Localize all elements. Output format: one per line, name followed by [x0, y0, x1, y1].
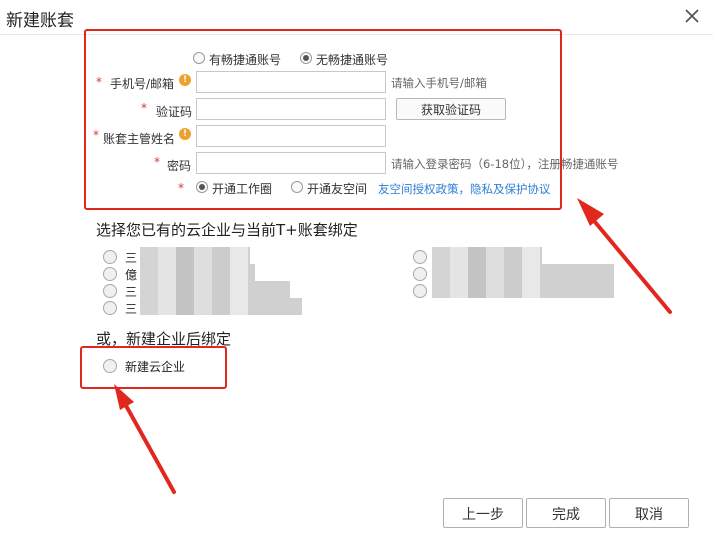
annotation-arrows — [114, 198, 672, 494]
cancel-button[interactable]: 取消 — [609, 498, 689, 528]
prev-button[interactable]: 上一步 — [443, 498, 523, 528]
finish-button[interactable]: 完成 — [526, 498, 606, 528]
